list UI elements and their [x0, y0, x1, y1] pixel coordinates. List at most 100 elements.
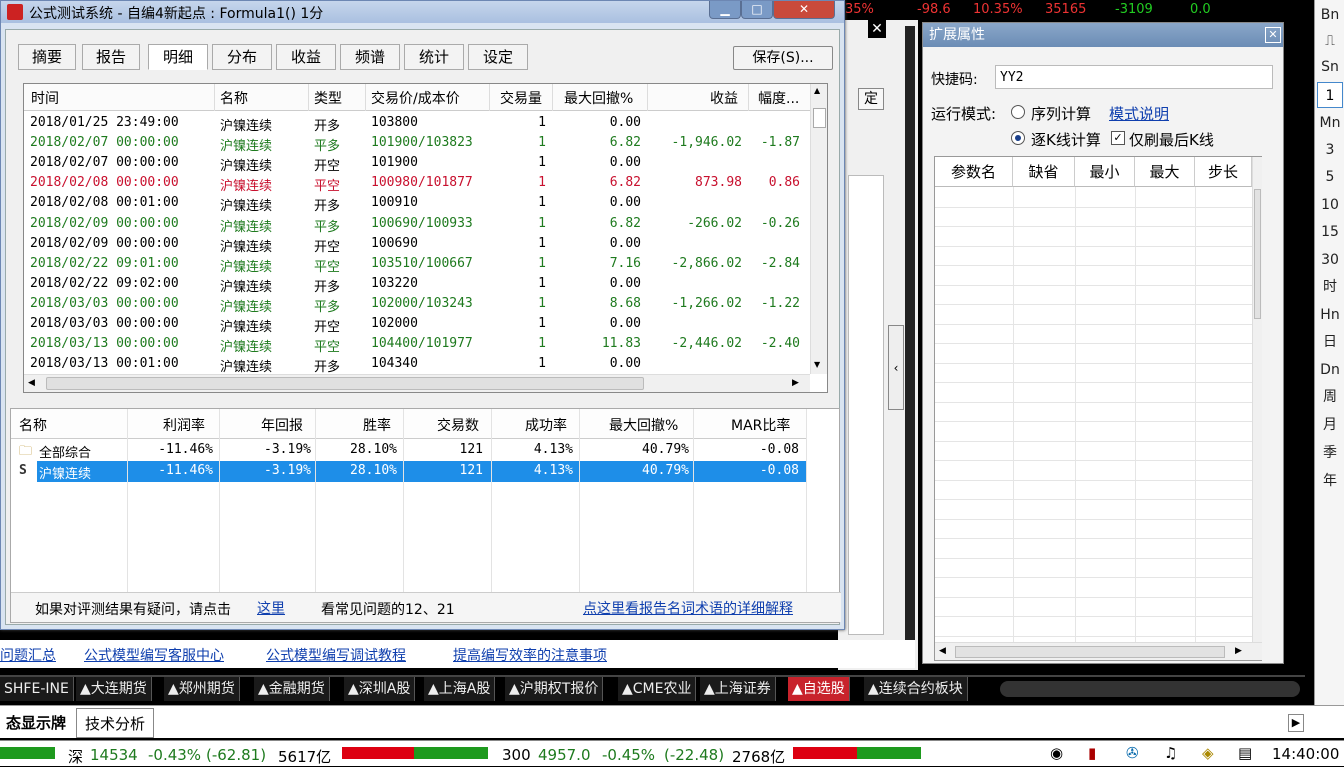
tab-scrollbar[interactable] [1000, 681, 1300, 697]
column-header[interactable]: 胜率 [363, 415, 391, 435]
column-header[interactable]: 缺省 [1013, 157, 1075, 187]
scroll-right-icon[interactable]: ▶ [1235, 646, 1242, 656]
market-tab-selfselect[interactable]: ▲自选股 [788, 677, 850, 701]
period-button[interactable]: 日 [1317, 329, 1343, 355]
scroll-left-icon[interactable]: ◀ [939, 646, 946, 656]
column-header[interactable]: 利润率 [163, 415, 205, 435]
column-header[interactable]: 收益 [710, 88, 738, 108]
column-header[interactable]: 时间 [31, 88, 59, 108]
collapse-arrow-icon[interactable]: ‹ [888, 325, 904, 410]
scroll-right-icon[interactable]: ▶ [792, 378, 799, 388]
column-header[interactable]: 最大回撤% [609, 415, 678, 435]
market-tab[interactable]: ▲金融期货 [254, 677, 330, 701]
vertical-scrollbar[interactable]: ▲ ▼ [810, 84, 827, 374]
scroll-right-icon[interactable]: ▶ [1288, 714, 1304, 732]
market-tab[interactable]: ▲连续合约板块 [864, 677, 968, 701]
tab-details[interactable]: 明细 [148, 44, 208, 70]
horizontal-scrollbar[interactable]: ◀ ▶ [935, 642, 1262, 660]
column-header[interactable]: MAR比率 [731, 415, 790, 435]
tab-spectrum[interactable]: 频谱 [340, 44, 400, 70]
market-tab[interactable]: ▲上海A股 [424, 677, 496, 701]
table-row[interactable]: 2018/02/09 00:00:00 沪镍连续 平多 100690/100933 1 6… [24, 215, 810, 235]
radio-per-bar[interactable] [1011, 131, 1025, 145]
market-tab[interactable]: SHFE-INE [0, 677, 74, 701]
column-header[interactable]: 最小 [1075, 157, 1135, 187]
summary-row[interactable]: S 沪镍连续 -11.46% -3.19% 28.10% 121 4.13% 40.79% -0… [11, 461, 806, 482]
network-icon[interactable]: ✇ [1126, 744, 1146, 764]
chart-icon[interactable]: ⎍ [1317, 28, 1343, 54]
horizontal-scrollbar[interactable]: ◀ ▶ [24, 374, 810, 392]
scroll-left-icon[interactable]: ◀ [28, 378, 35, 388]
market-tab[interactable]: ▲深圳A股 [344, 677, 416, 701]
summary-row[interactable]: 🗀 全部综合 -11.46% -3.19% 28.10% 121 4.13% 40.79% -0… [11, 440, 806, 461]
period-button[interactable]: 15 [1317, 219, 1343, 245]
period-button[interactable]: 1 [1317, 82, 1343, 108]
close-button[interactable]: ✕ [773, 1, 835, 19]
minimize-button[interactable]: ▁ [709, 1, 741, 19]
period-button[interactable]: 季 [1317, 440, 1343, 466]
table-row[interactable]: 2018/03/13 00:00:00 沪镍连续 平空 104400/101977 1 1… [24, 335, 810, 355]
market-tab[interactable]: ▲郑州期货 [164, 677, 240, 701]
column-header[interactable]: 最大 [1135, 157, 1195, 187]
scroll-down-icon[interactable]: ▼ [814, 360, 820, 369]
column-header[interactable]: 年回报 [261, 415, 303, 435]
column-header[interactable]: 幅度... [758, 88, 799, 108]
tab-distribution[interactable]: 分布 [212, 44, 272, 70]
column-header[interactable]: 最大回撤% [564, 88, 633, 108]
column-header[interactable]: 交易数 [437, 415, 479, 435]
table-row[interactable]: 2018/02/08 00:01:00 沪镍连续 开多 100910 1 0.00 [24, 194, 810, 214]
period-button[interactable]: 年 [1317, 468, 1343, 494]
market-tab[interactable]: ▲大连期货 [76, 677, 152, 701]
scroll-thumb[interactable] [813, 108, 826, 128]
table-row[interactable]: 2018/01/25 23:49:00 沪镍连续 开多 103800 1 0.00 [24, 114, 810, 134]
tab-stats[interactable]: 统计 [404, 44, 464, 70]
tab-summary[interactable]: 摘要 [18, 44, 76, 70]
column-header[interactable]: 类型 [314, 88, 342, 108]
scroll-up-icon[interactable]: ▲ [814, 86, 820, 95]
table-row[interactable]: 2018/02/22 09:02:00 沪镍连续 开多 103220 1 0.00 [24, 275, 810, 295]
period-button[interactable]: 月 [1317, 412, 1343, 438]
column-header[interactable]: 步长 [1195, 157, 1252, 187]
refresh-last-checkbox[interactable]: ✓ [1111, 131, 1125, 145]
period-button[interactable]: 时 [1317, 274, 1343, 300]
table-row[interactable]: 2018/02/08 00:00:00 沪镍连续 平空 100980/101877 1 6… [24, 174, 810, 194]
period-button[interactable]: Mn [1317, 110, 1343, 136]
glossary-link[interactable]: 点这里看报告名词术语的详细解释 [583, 598, 793, 618]
period-button[interactable]: 3 [1317, 137, 1343, 163]
refresh-last-label[interactable]: 仅刷最后K线 [1129, 129, 1214, 150]
shortcut-input[interactable] [995, 65, 1273, 89]
bottom-tab[interactable]: 技术分析 [76, 708, 155, 738]
bottom-tab[interactable]: 态显示牌 [0, 710, 72, 736]
period-button[interactable]: Dn [1317, 357, 1343, 383]
help-link[interactable]: 公式模型编写调试教程 [266, 645, 406, 665]
period-button[interactable]: 周 [1317, 384, 1343, 410]
help-link[interactable]: 公式模型编写客服中心 [84, 645, 224, 665]
period-button[interactable]: Hn [1317, 302, 1343, 328]
column-header[interactable]: 成功率 [525, 415, 567, 435]
tab-settings[interactable]: 设定 [468, 44, 528, 70]
ok-button-fragment[interactable]: 定 [858, 88, 884, 110]
column-header[interactable]: 名称 [220, 88, 248, 108]
ticket-icon[interactable]: ◈ [1202, 744, 1222, 764]
table-row[interactable]: 2018/02/07 00:00:00 沪镍连续 平多 101900/103823 1 6… [24, 134, 810, 154]
bell-icon[interactable]: ♫ [1164, 744, 1184, 764]
table-row[interactable]: 2018/03/03 00:00:00 沪镍连续 开空 102000 1 0.00 [24, 315, 810, 335]
column-header[interactable]: 名称 [19, 415, 47, 435]
table-row[interactable]: 2018/02/22 09:01:00 沪镍连续 平空 103510/100667 1 7… [24, 255, 810, 275]
period-button[interactable]: 5 [1317, 164, 1343, 190]
vertical-scrollbar[interactable] [1252, 157, 1262, 642]
here-link[interactable]: 这里 [257, 598, 285, 618]
period-button[interactable]: 30 [1317, 247, 1343, 273]
market-tab[interactable]: ▲沪期权T报价 [505, 677, 604, 701]
table-row[interactable]: 2018/03/13 00:01:00 沪镍连续 开多 104340 1 0.00 [24, 355, 810, 375]
column-header[interactable]: 交易量 [500, 88, 542, 108]
help-link[interactable]: 提高编写效率的注意事项 [453, 645, 607, 665]
radio-sequence[interactable] [1011, 105, 1025, 119]
period-button[interactable]: Bn [1317, 2, 1343, 28]
python-icon[interactable]: ◉ [1050, 744, 1070, 764]
scroll-thumb[interactable] [1254, 189, 1261, 319]
period-button[interactable]: Sn [1317, 54, 1343, 80]
market-tab[interactable]: ▲上海证券 [700, 677, 776, 701]
maximize-button[interactable]: □ [741, 1, 773, 19]
table-row[interactable]: 2018/02/07 00:00:00 沪镍连续 开空 101900 1 0.00 [24, 154, 810, 174]
